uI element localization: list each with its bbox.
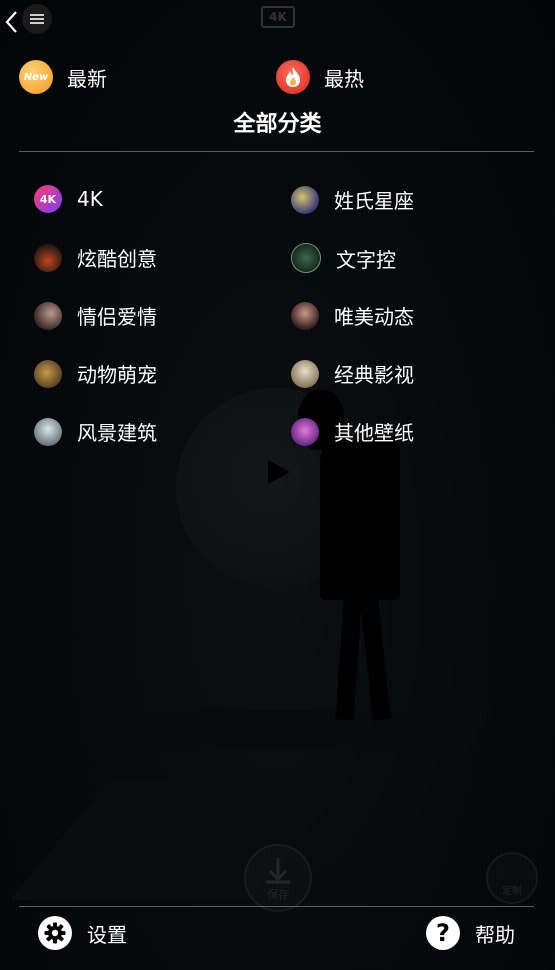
category-surname-zodiac[interactable]: 姓氏星座: [291, 185, 414, 214]
menu-button[interactable]: [22, 4, 52, 34]
back-button[interactable]: [2, 8, 22, 36]
chevron-left-icon: [5, 11, 17, 33]
help-label: 帮助: [475, 922, 515, 947]
category-label: 文字控: [336, 247, 396, 272]
section-title: 全部分类: [233, 112, 322, 137]
category-label: 4K: [77, 187, 103, 211]
category-4k[interactable]: 4K 4K: [34, 185, 103, 213]
category-thumb: [291, 359, 319, 388]
new-icon: New: [19, 60, 53, 94]
gear-icon: [38, 916, 72, 950]
bottom-bar: 设置 ? 帮助: [0, 906, 555, 970]
help-button[interactable]: ? 帮助: [426, 916, 515, 950]
category-couple-love[interactable]: 情侣爱情: [34, 301, 157, 330]
category-thumb: [291, 417, 319, 446]
category-other-wallpapers[interactable]: 其他壁纸: [291, 417, 414, 446]
category-label: 其他壁纸: [334, 421, 414, 445]
quick-link-newest[interactable]: New 最新: [19, 60, 107, 94]
category-thumb: [34, 301, 62, 330]
category-thumb: [291, 301, 319, 330]
quality-badge: 4K: [261, 6, 295, 28]
category-scenery-architecture[interactable]: 风景建筑: [34, 417, 157, 446]
quick-link-hottest[interactable]: 最热: [276, 60, 364, 94]
category-thumb: [291, 185, 319, 214]
category-label: 情侣爱情: [77, 305, 157, 329]
category-label: 炫酷创意: [77, 247, 157, 271]
category-aesthetic-animated[interactable]: 唯美动态: [291, 301, 414, 330]
category-thumb: [34, 359, 62, 388]
category-label: 唯美动态: [334, 305, 414, 329]
divider: [19, 151, 534, 152]
category-animals-pets[interactable]: 动物萌宠: [34, 359, 157, 388]
category-label: 风景建筑: [77, 421, 157, 445]
category-label: 经典影视: [334, 363, 414, 387]
category-cool-creative[interactable]: 炫酷创意: [34, 243, 157, 272]
question-icon: ?: [426, 916, 460, 950]
category-thumb: [34, 243, 62, 272]
settings-label: 设置: [87, 922, 127, 947]
menu-overlay: [0, 0, 555, 970]
category-thumb: [34, 417, 62, 446]
quick-link-label: 最新: [67, 66, 107, 91]
category-classic-film[interactable]: 经典影视: [291, 359, 414, 388]
settings-button[interactable]: 设置: [38, 916, 127, 950]
category-thumb: [291, 243, 321, 273]
fire-icon: [276, 60, 310, 94]
category-label: 动物萌宠: [77, 363, 157, 387]
quick-link-label: 最热: [324, 66, 364, 91]
category-label: 姓氏星座: [334, 189, 414, 213]
category-4k-thumb: 4K: [34, 185, 62, 213]
category-text-lover[interactable]: 文字控: [291, 243, 396, 273]
